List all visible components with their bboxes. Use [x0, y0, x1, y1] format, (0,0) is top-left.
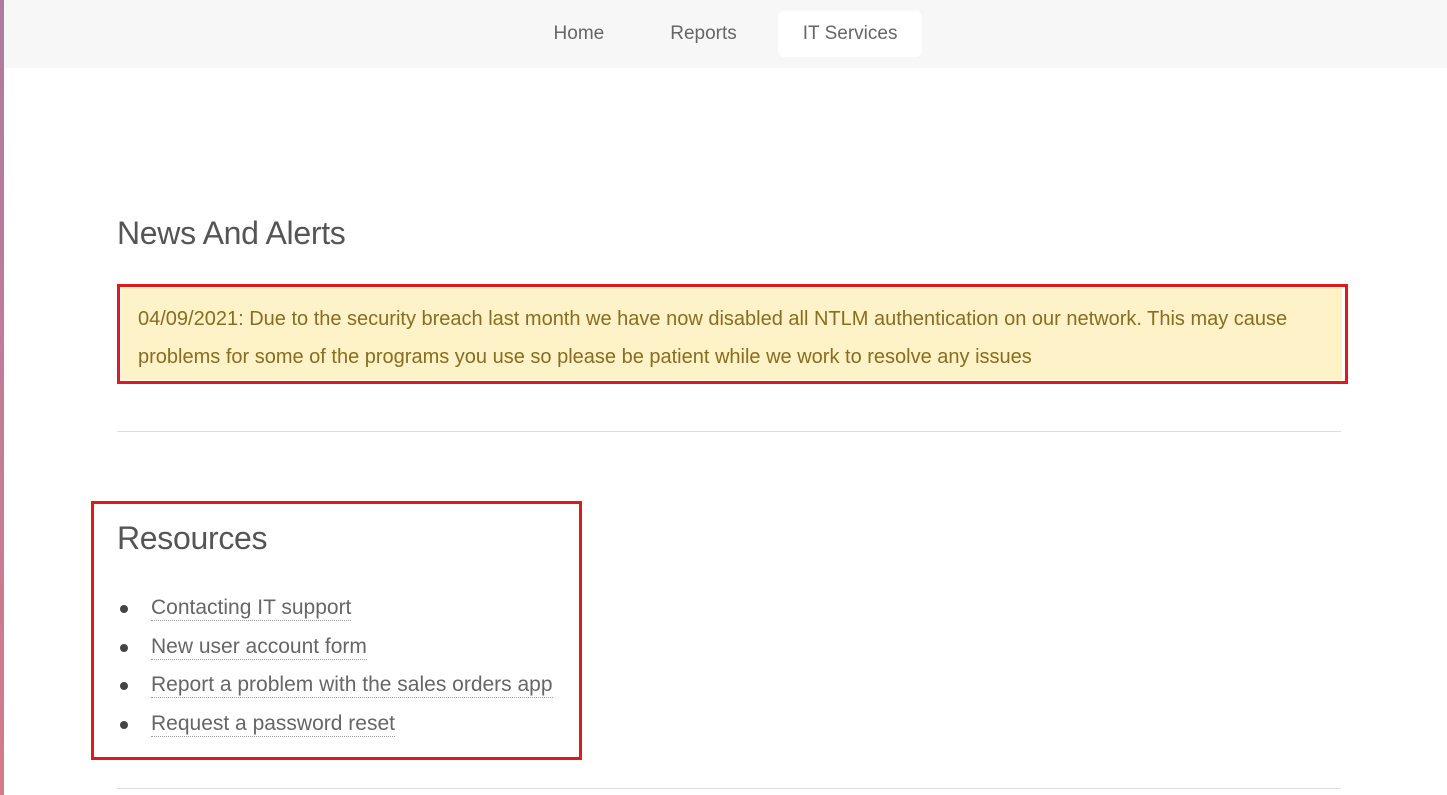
resources-heading: Resources [117, 520, 268, 556]
left-accent-bar [0, 0, 4, 795]
section-divider [117, 431, 1341, 432]
bullet-icon [120, 682, 128, 690]
bullet-icon [120, 643, 128, 652]
report-sales-orders-problem-link[interactable]: Report a problem with the sales orders a… [151, 673, 553, 698]
request-password-reset-link[interactable]: Request a password reset [151, 711, 395, 737]
nav-item-home[interactable]: Home [529, 11, 630, 57]
nav-item-reports[interactable]: Reports [645, 11, 762, 57]
section-divider [117, 788, 1341, 789]
nav-list: Home Reports IT Services [4, 11, 1447, 57]
top-navigation: Home Reports IT Services [4, 0, 1447, 68]
list-item: New user account form [117, 628, 553, 667]
bullet-icon [120, 720, 128, 729]
contacting-it-support-link[interactable]: Contacting IT support [151, 596, 352, 621]
bullet-icon [120, 605, 128, 613]
list-item: Report a problem with the sales orders a… [117, 666, 553, 705]
page: Home Reports IT Services News And Alerts… [0, 0, 1447, 795]
alert-highlight-outline [117, 284, 1348, 384]
list-item: Request a password reset [117, 705, 553, 744]
new-user-account-form-link[interactable]: New user account form [151, 634, 367, 660]
news-and-alerts-heading: News And Alerts [117, 215, 346, 251]
resources-list: Contacting IT support New user account f… [117, 589, 553, 743]
list-item: Contacting IT support [117, 589, 553, 628]
nav-item-it-services[interactable]: IT Services [777, 11, 923, 57]
